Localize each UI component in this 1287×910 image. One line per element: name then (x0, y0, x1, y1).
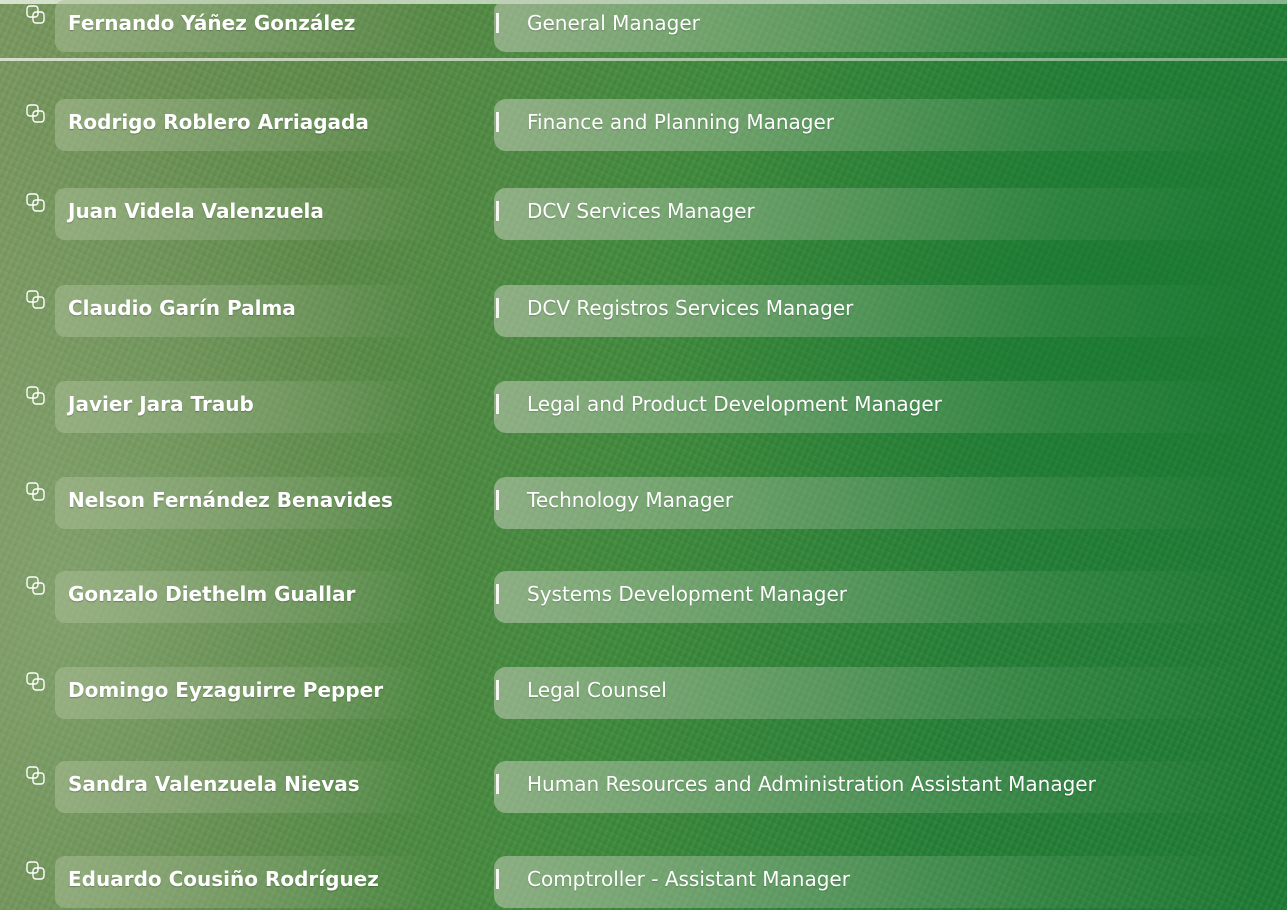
staff-title: Human Resources and Administration Assis… (527, 772, 1096, 796)
staff-title: Systems Development Manager (527, 582, 848, 606)
separator-bar (496, 774, 499, 794)
separator-bar (496, 490, 499, 510)
staff-name: Eduardo Cousiño Rodríguez (68, 867, 379, 891)
separator-bar (496, 112, 499, 132)
header-divider (0, 58, 1287, 61)
staff-row: Claudio Garín Palma DCV Registros Service… (0, 285, 1287, 337)
staff-name: Claudio Garín Palma (68, 296, 296, 320)
staff-row: Nelson Fernández Benavides Technology Man… (0, 477, 1287, 529)
separator-bar (496, 394, 499, 414)
separator-bar (496, 201, 499, 221)
staff-title: Legal Counsel (527, 678, 667, 702)
staff-title: Technology Manager (527, 488, 734, 512)
overlapping-squares-icon (25, 289, 47, 311)
overlapping-squares-icon (25, 103, 47, 125)
overlapping-squares-icon (25, 4, 47, 26)
staff-title: Legal and Product Development Manager (527, 392, 942, 416)
overlapping-squares-icon (25, 860, 47, 882)
separator-bar (496, 298, 499, 318)
overlapping-squares-icon (25, 481, 47, 503)
staff-row: Juan Videla Valenzuela DCV Services Manag… (0, 188, 1287, 240)
staff-title: Comptroller - Assistant Manager (527, 867, 850, 891)
staff-row: Sandra Valenzuela Nievas Human Resources … (0, 761, 1287, 813)
staff-row: Domingo Eyzaguirre Pepper Legal Counsel (0, 667, 1287, 719)
staff-name: Nelson Fernández Benavides (68, 488, 393, 512)
staff-title: General Manager (527, 11, 700, 35)
staff-row: Javier Jara Traub Legal and Product Devel… (0, 381, 1287, 433)
overlapping-squares-icon (25, 671, 47, 693)
overlapping-squares-icon (25, 765, 47, 787)
separator-bar (496, 584, 499, 604)
overlapping-squares-icon (25, 575, 47, 597)
staff-title: DCV Services Manager (527, 199, 755, 223)
overlapping-squares-icon (25, 385, 47, 407)
staff-name: Sandra Valenzuela Nievas (68, 772, 360, 796)
staff-name: Javier Jara Traub (68, 392, 254, 416)
staff-row: Eduardo Cousiño Rodríguez Comptroller - A… (0, 856, 1287, 908)
separator-bar (496, 13, 499, 33)
separator-bar (496, 869, 499, 889)
overlapping-squares-icon (25, 192, 47, 214)
staff-name: Rodrigo Roblero Arriagada (68, 110, 369, 134)
separator-bar (496, 680, 499, 700)
staff-name: Fernando Yáñez González (68, 11, 356, 35)
staff-title: DCV Registros Services Manager (527, 296, 854, 320)
staff-row: Fernando Yáñez González General Manager (0, 0, 1287, 61)
staff-title: Finance and Planning Manager (527, 110, 835, 134)
staff-row: Gonzalo Diethelm Guallar Systems Developm… (0, 571, 1287, 623)
staff-name: Gonzalo Diethelm Guallar (68, 582, 356, 606)
staff-row: Rodrigo Roblero Arriagada Finance and Pla… (0, 99, 1287, 151)
staff-name: Juan Videla Valenzuela (68, 199, 324, 223)
staff-name: Domingo Eyzaguirre Pepper (68, 678, 384, 702)
